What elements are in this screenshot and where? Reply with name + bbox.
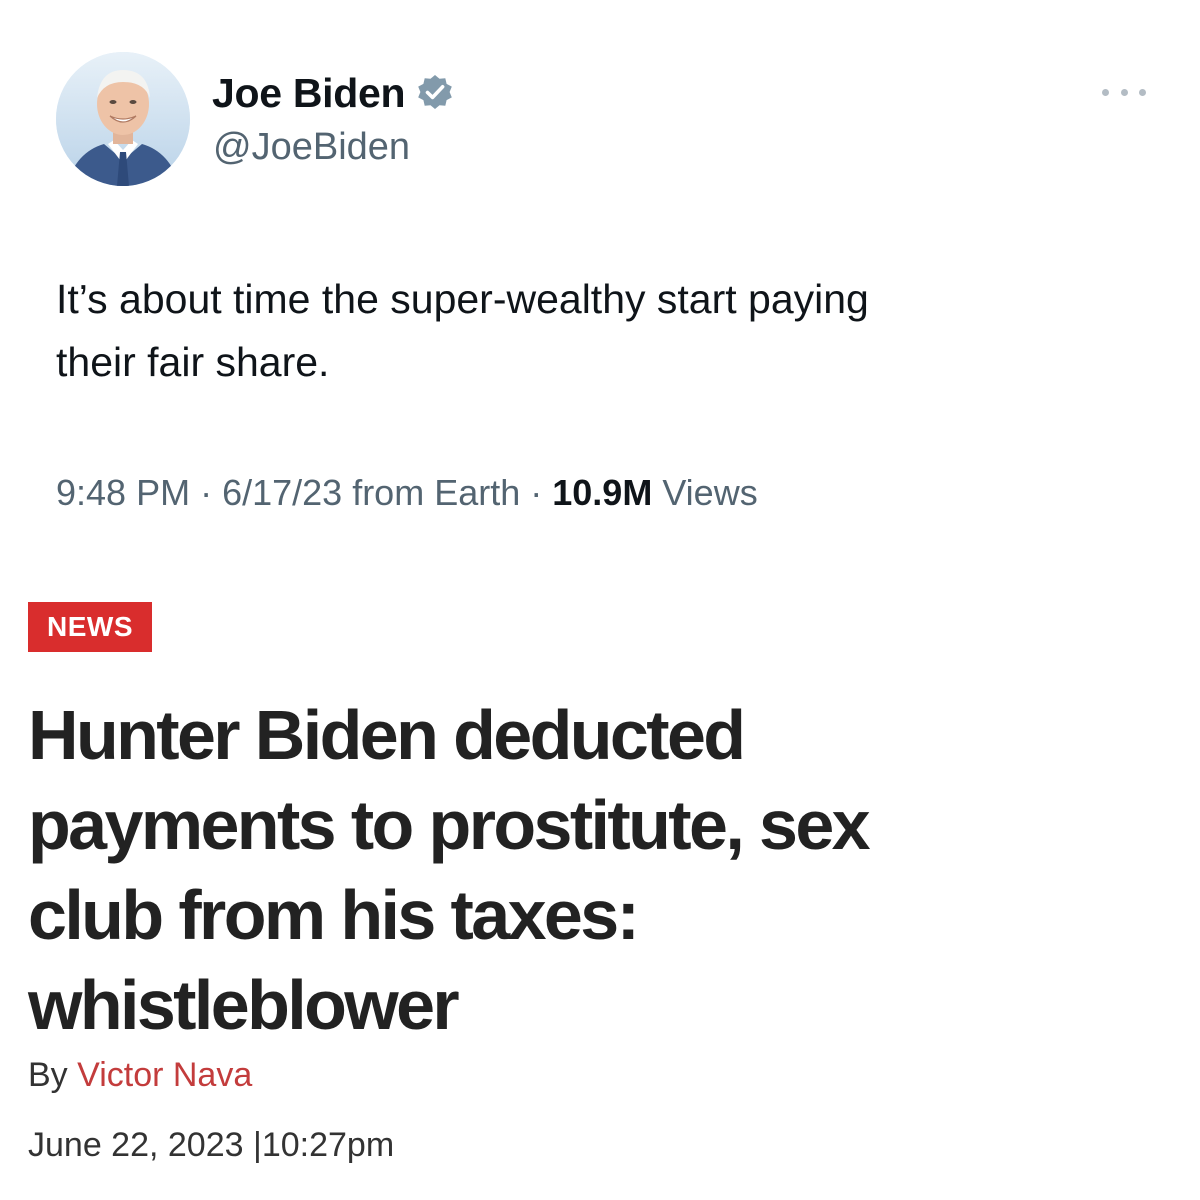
article-byline: By Victor Nava bbox=[28, 1056, 252, 1095]
avatar-photo-image bbox=[56, 52, 190, 186]
news-article-snippet: NEWS Hunter Biden deducted payments to p… bbox=[0, 560, 1200, 1200]
article-time: 10:27pm bbox=[261, 1126, 395, 1164]
article-author-link[interactable]: Victor Nava bbox=[77, 1056, 252, 1094]
tweet-text-line: It’s about time the super-wealthy start … bbox=[56, 276, 869, 322]
tweet-text-line: their fair share. bbox=[56, 339, 330, 385]
headline-line: Hunter Biden deducted bbox=[28, 696, 746, 774]
tweet-date-source[interactable]: 6/17/23 from Earth bbox=[222, 472, 520, 514]
author-handle[interactable]: @JoeBiden bbox=[213, 126, 410, 169]
headline-line: whistleblower bbox=[28, 966, 460, 1044]
tweet-text: It’s about time the super-wealthy start … bbox=[56, 268, 1156, 394]
tweet-metadata: 9:48 PM · 6/17/23 from Earth · 10.9M Vie… bbox=[56, 472, 758, 514]
more-dot bbox=[1139, 88, 1146, 96]
meta-separator: · bbox=[200, 472, 213, 513]
more-dot bbox=[1120, 88, 1128, 96]
author-avatar[interactable] bbox=[56, 52, 190, 186]
headline-line: payments to prostitute, sex bbox=[28, 786, 871, 864]
verified-badge-icon[interactable] bbox=[415, 73, 455, 113]
headline-line: club from his taxes: bbox=[28, 876, 640, 954]
meta-separator: · bbox=[530, 472, 543, 513]
more-dot bbox=[1102, 88, 1109, 96]
author-name[interactable]: Joe Biden bbox=[212, 70, 406, 117]
views-label: Views bbox=[662, 472, 758, 513]
more-horizontal-icon[interactable] bbox=[1102, 84, 1146, 100]
tweet-time[interactable]: 9:48 PM bbox=[56, 472, 190, 514]
news-category-badge[interactable]: NEWS bbox=[28, 602, 152, 652]
article-dateline: June 22, 2023 |10:27pm bbox=[28, 1126, 394, 1165]
article-date: June 22, 2023 bbox=[28, 1126, 244, 1164]
date-separator: | bbox=[252, 1126, 262, 1164]
tweet-card: Joe Biden @JoeBiden It’s about time the … bbox=[0, 0, 1200, 560]
byline-prefix: By bbox=[28, 1056, 68, 1094]
views-count[interactable]: 10.9M bbox=[552, 472, 652, 514]
author-name-row: Joe Biden bbox=[212, 68, 455, 118]
article-headline[interactable]: Hunter Biden deducted payments to prosti… bbox=[28, 690, 1178, 1050]
